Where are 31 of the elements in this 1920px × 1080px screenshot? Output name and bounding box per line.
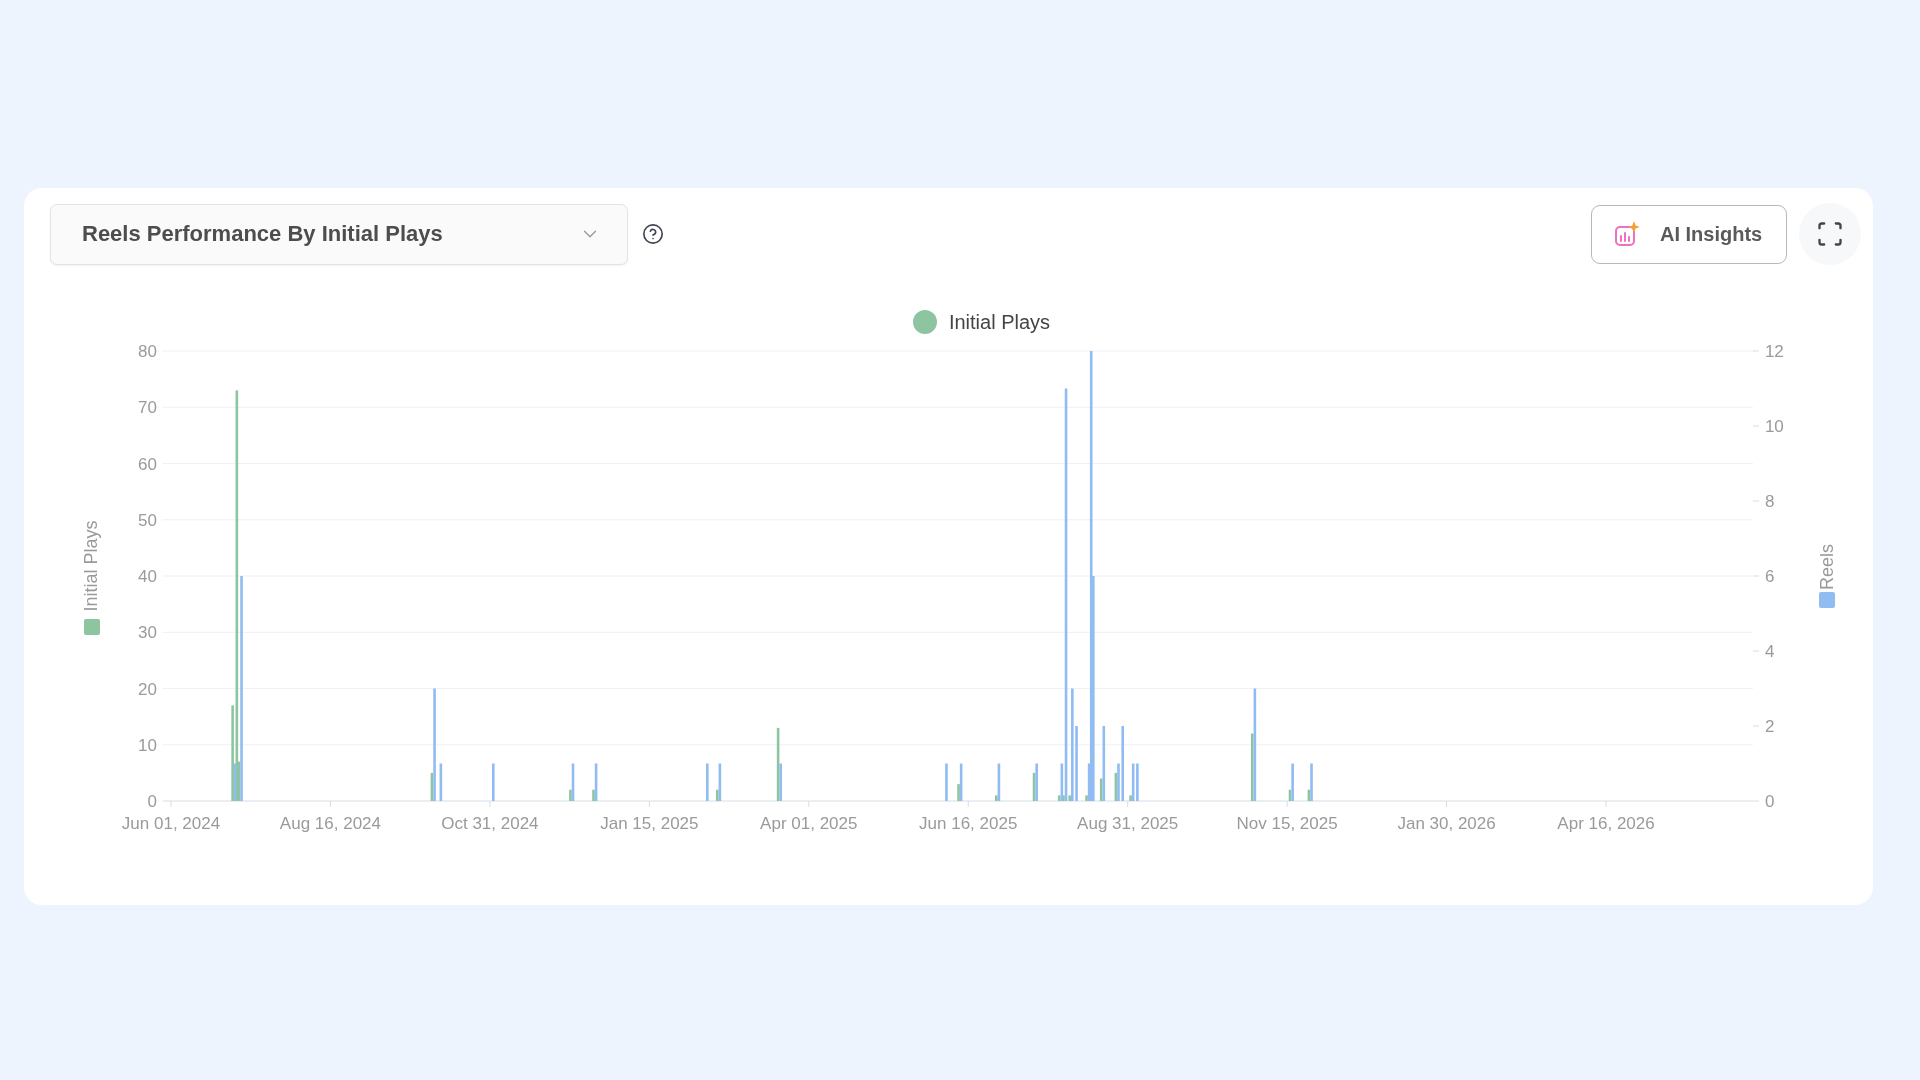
axis-tick-label: 10 — [138, 735, 157, 755]
axis-tick-label: 60 — [138, 454, 157, 474]
axis-tick-label: Jun 16, 2025 — [919, 814, 1018, 833]
axis-tick-label: Aug 31, 2025 — [1077, 814, 1179, 833]
axis-tick-label: 2 — [1764, 717, 1775, 736]
axis-tick-label: 12 — [1764, 342, 1784, 361]
axis-tick-label: 50 — [138, 510, 157, 530]
legend-label[interactable]: Initial Plays — [948, 310, 1051, 334]
axis-tick-label: Nov 15, 2025 — [1236, 814, 1338, 833]
axis-tick-label: 0 — [147, 792, 157, 811]
axis-tick-label: 10 — [1764, 417, 1784, 436]
axis-tick-label: 8 — [1764, 492, 1775, 511]
axis-tick-label: 80 — [138, 342, 157, 361]
axis-tick-label: Apr 01, 2025 — [760, 814, 858, 833]
axis-tick-label: 6 — [1764, 567, 1775, 586]
ai-insights-button[interactable]: AI Insights — [1591, 204, 1787, 264]
axis-tick-label: 20 — [138, 679, 157, 699]
axis-tick-label: 0 — [1764, 792, 1775, 811]
axis-tick-label: 30 — [138, 623, 157, 643]
axis-tick-label: 70 — [138, 398, 157, 418]
axis-title: Initial Plays — [81, 520, 101, 612]
axis-tick-label: 40 — [138, 567, 157, 586]
report-select[interactable]: Reels Performance By Initial Plays — [50, 203, 628, 265]
axis-tick-label: Jan 15, 2025 — [600, 814, 699, 833]
axis-title: Reels — [1817, 544, 1837, 590]
axis-tick-label: 4 — [1764, 642, 1775, 661]
axis-tick-label: Aug 16, 2024 — [279, 814, 382, 833]
axis-tick-label: Apr 16, 2026 — [1557, 814, 1655, 833]
axis-tick-label: Oct 31, 2024 — [441, 814, 539, 833]
axis-tick-label: Jun 01, 2024 — [121, 814, 221, 833]
axis-tick-label: Jan 30, 2026 — [1397, 814, 1496, 833]
